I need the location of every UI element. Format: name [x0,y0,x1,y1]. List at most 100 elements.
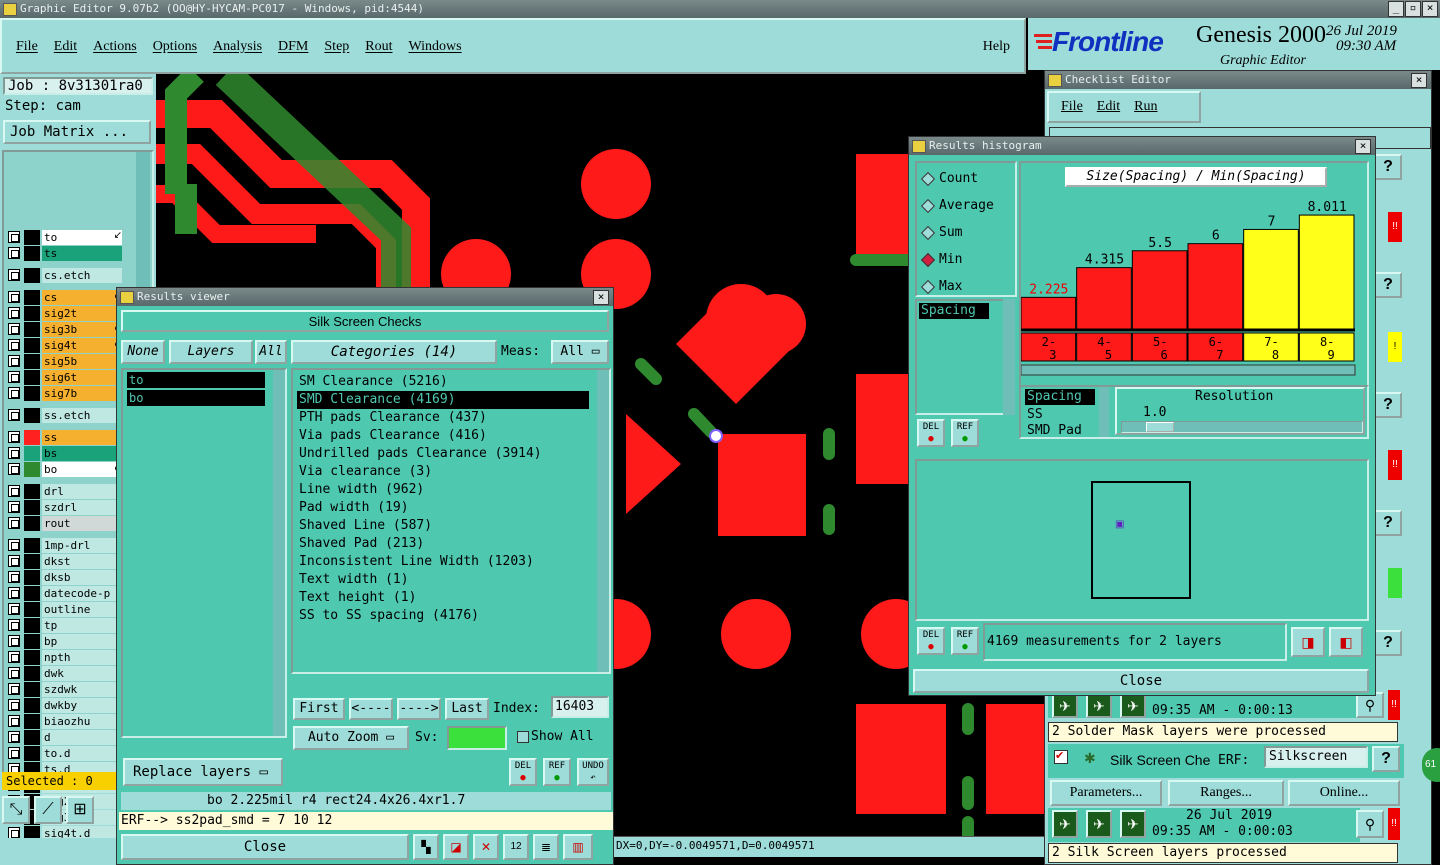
ranges-button[interactable]: Ranges... [1168,780,1284,806]
layer-checkbox[interactable] [8,747,20,759]
aggregation-option-sum[interactable]: Sum [920,219,994,246]
layer-color-swatch[interactable] [24,650,40,665]
layer-row[interactable]: biaozhu [8,714,124,729]
layer-checkbox[interactable] [8,371,20,383]
layer-name[interactable]: to.d [42,746,122,761]
layer-row[interactable]: ss [8,430,124,445]
index-input[interactable]: 16403 [551,696,609,718]
results-layer-item[interactable]: to [127,372,265,388]
import-icon[interactable]: ◧ [1329,627,1363,657]
notes-tool-icon[interactable]: ≣ [533,834,559,860]
layer-row[interactable]: sig2t [8,306,124,321]
auto-zoom-select[interactable]: Auto Zoom ▭ [293,726,409,750]
layer-color-swatch[interactable] [24,268,40,283]
layer-row[interactable]: dwkby [8,698,124,713]
layer-row[interactable]: d [8,730,124,745]
layer-row[interactable]: 1mp-drl [8,538,124,553]
help-button[interactable]: ? [1374,272,1402,298]
layer-row[interactable]: sig7b [8,386,124,401]
layer-color-swatch[interactable] [24,338,40,353]
layer-checkbox[interactable] [8,555,20,567]
spacing-scrollbar[interactable] [1003,299,1015,415]
category-item[interactable]: Undrilled pads Clearance (3914) [297,445,589,463]
layer-checkbox[interactable] [8,247,20,259]
number-tool-icon[interactable]: 12 [503,834,529,860]
layer-name[interactable]: dkst [42,554,122,569]
zoom-result-icon[interactable]: ⚲ [1356,810,1384,838]
layer-color-swatch[interactable] [24,446,40,461]
layer-row[interactable]: szdwk [8,682,124,697]
silk-screen-checkbox[interactable]: ✔ [1054,750,1068,764]
run-all-icon[interactable]: ✈ [1120,810,1146,838]
sv-color-select[interactable] [447,726,507,750]
layer-color-swatch[interactable] [24,666,40,681]
category-item[interactable]: Text width (1) [297,571,589,589]
menu-dfm[interactable]: DFM [278,39,308,55]
category-item[interactable]: Text height (1) [297,589,589,607]
resolution-slider-thumb[interactable] [1146,422,1174,432]
layer-checkbox[interactable] [8,447,20,459]
layer-name[interactable]: drl [42,484,122,499]
checklist-menu-edit[interactable]: Edit [1097,99,1120,114]
layer-name[interactable]: ss.etch [42,408,122,423]
layer-color-swatch[interactable] [24,322,40,337]
close-window-button[interactable]: × [1422,1,1438,17]
layer-checkbox[interactable] [8,231,20,243]
layer-row[interactable]: sig3b↙ [8,322,124,337]
hist-ref-button[interactable]: REF ● [951,419,979,447]
next-button[interactable]: ----> [397,698,441,720]
results-viewer-close-icon[interactable]: × [593,290,609,305]
help-button[interactable]: ? [1374,154,1402,180]
layer-color-swatch[interactable] [24,554,40,569]
layer-checkbox[interactable] [8,291,20,303]
layer-color-swatch[interactable] [24,370,40,385]
category-item[interactable]: Via clearance (3) [297,463,589,481]
layer-checkbox[interactable] [8,587,20,599]
layer-checkbox[interactable] [8,387,20,399]
layer-checkbox[interactable] [8,339,20,351]
layer-name[interactable]: cs [42,290,122,305]
aggregation-option-min[interactable]: Min [920,246,994,273]
layer-row[interactable]: cs.etch [8,268,124,283]
help-button[interactable]: ? [1374,510,1402,536]
run-step-icon[interactable]: ✈ [1086,810,1112,838]
layer-name[interactable]: dwk [42,666,122,681]
hist-del-button-2[interactable]: DEL ● [917,627,945,655]
aggregation-option-max[interactable]: Max [920,273,994,300]
meas-select[interactable]: All ▭ [551,340,609,364]
checklist-close-icon[interactable]: × [1411,73,1427,88]
layer-name[interactable]: npth [42,650,122,665]
layer-row[interactable]: sig6t [8,370,124,385]
layer-name[interactable]: to [42,230,122,245]
layer-name[interactable]: sig2t [42,306,122,321]
job-matrix-button[interactable]: Job Matrix ... [3,120,151,144]
layer-row[interactable]: dksb [8,570,124,585]
meas-list-item[interactable]: SS [1027,407,1043,422]
layer-row[interactable]: bs [8,446,124,461]
histogram-chart[interactable]: 2.2252-34.3154-55.55-666-777-88.0118-9 [1021,189,1367,385]
layer-color-swatch[interactable] [24,570,40,585]
layer-row[interactable]: npth [8,650,124,665]
layer-color-swatch[interactable] [24,386,40,401]
layer-color-swatch[interactable] [24,306,40,321]
layer-checkbox[interactable] [8,651,20,663]
layer-checkbox[interactable] [8,731,20,743]
minimize-button[interactable]: _ [1388,1,1404,17]
layer-color-swatch[interactable] [24,246,40,261]
layer-checkbox[interactable] [8,683,20,695]
menu-rout[interactable]: Rout [365,39,392,55]
layer-name[interactable]: biaozhu [42,714,122,729]
last-button[interactable]: Last [445,698,489,720]
layer-name[interactable]: rout [42,516,122,531]
layers-label-button[interactable]: Layers [169,340,253,364]
layer-color-swatch[interactable] [24,462,40,477]
layer-name[interactable]: sig5b [42,354,122,369]
hist-del-button[interactable]: DEL ● [917,419,945,447]
histogram-tool-icon[interactable]: ▥ [563,834,593,860]
aggregation-option-count[interactable]: Count [920,165,994,192]
layer-color-swatch[interactable] [24,682,40,697]
layer-row[interactable]: ss.etch [8,408,124,423]
layer-color-swatch[interactable] [24,586,40,601]
layer-checkbox[interactable] [8,307,20,319]
layer-row[interactable]: dwk [8,666,124,681]
